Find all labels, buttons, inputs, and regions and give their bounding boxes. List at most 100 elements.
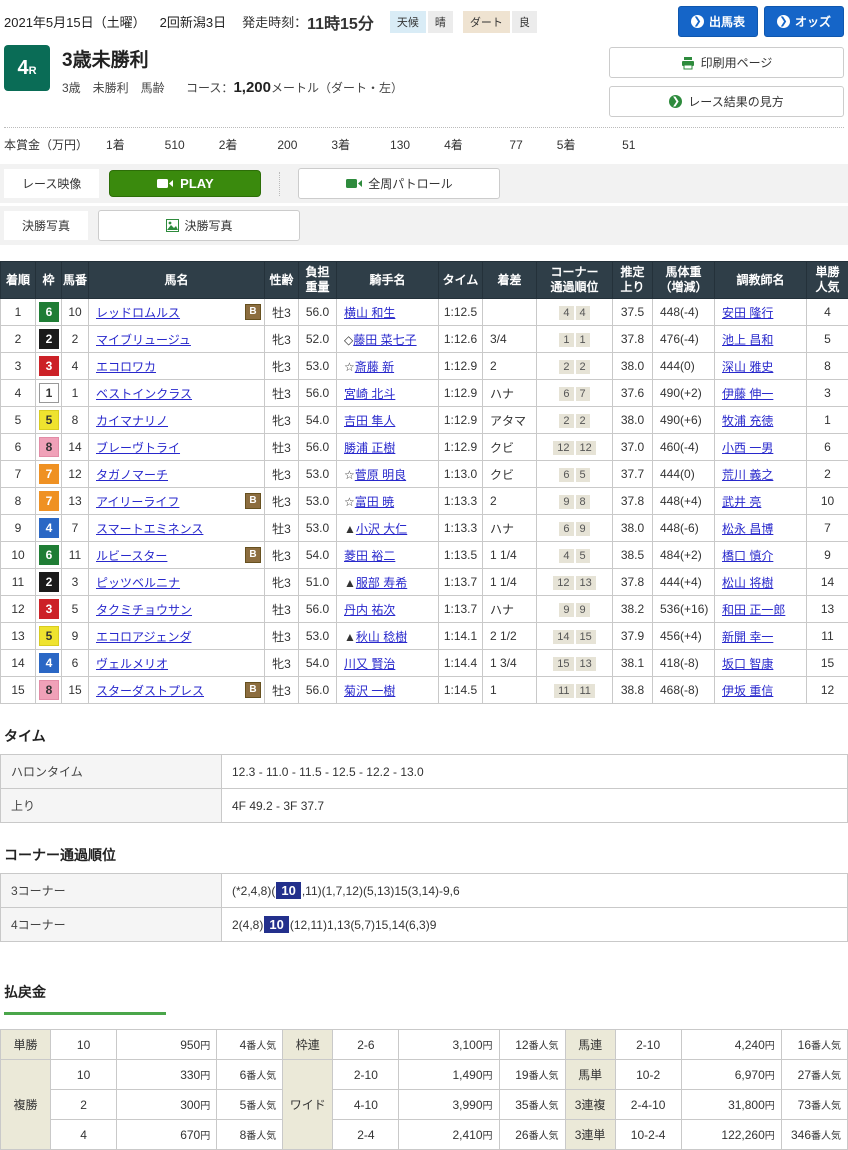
horse-name-link[interactable]: スターダストプレス xyxy=(96,684,204,698)
column-header: 枠 xyxy=(36,262,62,299)
horse-name-link[interactable]: スマートエミネンス xyxy=(96,522,203,536)
jockey-link[interactable]: 吉田 隼人 xyxy=(344,414,395,428)
jockey-link[interactable]: 勝浦 正樹 xyxy=(344,441,395,455)
trainer-link[interactable]: 池上 昌和 xyxy=(722,333,773,347)
corner-order-number: 15 xyxy=(576,630,596,644)
finish-photo-button[interactable]: 決勝写真 xyxy=(98,210,300,241)
table-row: 1123ピッツベルニナ牝351.0▲服部 寿希1:13.71 1/4121337… xyxy=(1,569,848,596)
jockey-link[interactable]: 宮崎 北斗 xyxy=(344,387,395,401)
jockey-link[interactable]: 藤田 菜七子 xyxy=(353,333,416,347)
payout-combination: 4 xyxy=(51,1120,117,1150)
win-popularity: 12 xyxy=(807,677,848,704)
payout-popularity: 35番人気 xyxy=(499,1090,565,1120)
jockey-link[interactable]: 小沢 大仁 xyxy=(356,522,407,536)
corner-order-number: 6 xyxy=(559,522,573,536)
trainer-link[interactable]: 武井 亮 xyxy=(722,495,761,509)
payout-popularity: 5番人気 xyxy=(217,1090,283,1120)
finish-position: 5 xyxy=(1,407,36,434)
payout-combination: 2 xyxy=(51,1090,117,1120)
horse-name-link[interactable]: ブレーヴトライ xyxy=(96,441,180,455)
waku-cell: 5 xyxy=(36,407,62,434)
horse-name-link[interactable]: タクミチョウサン xyxy=(96,603,192,617)
jockey-cell: ▲秋山 稔樹 xyxy=(337,623,439,650)
trainer-link[interactable]: 松永 昌博 xyxy=(722,522,773,536)
horse-name-link[interactable]: ピッツベルニナ xyxy=(96,576,180,590)
waku-number: 4 xyxy=(39,653,59,673)
horse-number: 15 xyxy=(62,677,89,704)
jockey-link[interactable]: 菱田 裕二 xyxy=(344,549,395,563)
jockey-link[interactable]: 服部 寿希 xyxy=(356,576,407,590)
waku-number: 2 xyxy=(39,572,59,592)
column-header: 推定上り xyxy=(613,262,653,299)
jockey-link[interactable]: 秋山 稔樹 xyxy=(356,630,407,644)
payout-amount: 4,240円 xyxy=(681,1030,781,1060)
jockey-cell: 川又 賢治 xyxy=(337,650,439,677)
trainer-link[interactable]: 伊坂 重信 xyxy=(722,684,773,698)
time-row-label: 上り xyxy=(1,789,222,823)
play-button[interactable]: PLAY xyxy=(109,170,261,197)
jockey-link[interactable]: 菅原 明良 xyxy=(355,468,406,482)
horse-name-link[interactable]: レッドロムルス xyxy=(96,306,180,320)
trainer-cell: 安田 隆行 xyxy=(715,299,807,326)
finish-time: 1:12.9 xyxy=(439,434,483,461)
finish-time: 1:13.7 xyxy=(439,569,483,596)
trainer-link[interactable]: 新開 幸一 xyxy=(722,630,773,644)
waku-cell: 2 xyxy=(36,569,62,596)
trainer-link[interactable]: 牧浦 充徳 xyxy=(722,414,773,428)
prize-place: 3着 xyxy=(331,138,350,152)
jockey-apprentice-mark: ▲ xyxy=(344,630,356,644)
horse-name-link[interactable]: エコロワカ xyxy=(96,360,156,374)
jockey-link[interactable]: 丹内 祐次 xyxy=(344,603,395,617)
horse-name-link[interactable]: アイリーライフ xyxy=(96,495,179,509)
column-header: 単勝人気 xyxy=(807,262,848,299)
horse-name-cell: レッドロムルスB xyxy=(89,299,265,326)
margin: ハナ xyxy=(483,596,537,623)
horse-name-link[interactable]: ルビースター xyxy=(96,549,167,563)
horse-name-link[interactable]: タガノマーチ xyxy=(96,468,168,482)
trainer-cell: 牧浦 充徳 xyxy=(715,407,807,434)
jockey-link[interactable]: 斎藤 新 xyxy=(355,360,394,374)
last-3f: 37.9 xyxy=(613,623,653,650)
trainer-link[interactable]: 深山 雅史 xyxy=(722,360,773,374)
horse-name-link[interactable]: ヴェルメリオ xyxy=(96,657,168,671)
odds-button[interactable]: ❯ オッズ xyxy=(764,6,844,37)
horse-name-link[interactable]: エコロアジェンダ xyxy=(96,630,192,644)
time-section-heading: タイム xyxy=(4,726,844,746)
payout-amount: 31,800円 xyxy=(681,1090,781,1120)
horse-number: 8 xyxy=(62,407,89,434)
carried-weight: 53.0 xyxy=(299,623,337,650)
trainer-link[interactable]: 小西 一男 xyxy=(722,441,773,455)
corner-order-number: 2 xyxy=(576,360,590,374)
jockey-link[interactable]: 川又 賢治 xyxy=(344,657,395,671)
horse-number: 14 xyxy=(62,434,89,461)
vertical-divider xyxy=(279,172,280,196)
entries-button[interactable]: ❯ 出馬表 xyxy=(678,6,758,37)
result-guide-button[interactable]: ❯ レース結果の見方 xyxy=(609,86,844,117)
horse-name-link[interactable]: カイマナリノ xyxy=(96,414,168,428)
payout-table: 単勝10950円4番人気枠連2-63,100円12番人気馬連2-104,240円… xyxy=(0,1029,848,1150)
payout-combination: 2-4 xyxy=(333,1120,399,1150)
print-page-button[interactable]: 印刷用ページ xyxy=(609,47,844,78)
patrol-video-button[interactable]: 全周パトロール xyxy=(298,168,500,199)
table-row: 7712タガノマーチ牝353.0☆菅原 明良1:13.0クビ6537.7444(… xyxy=(1,461,848,488)
jockey-cell: 吉田 隼人 xyxy=(337,407,439,434)
column-header: 馬体重（増減） xyxy=(653,262,715,299)
trainer-link[interactable]: 橋口 慎介 xyxy=(722,549,773,563)
blinker-badge: B xyxy=(245,493,261,509)
horse-name-link[interactable]: ベストインクラス xyxy=(96,387,192,401)
blinker-badge: B xyxy=(245,682,261,698)
waku-cell: 4 xyxy=(36,515,62,542)
trainer-link[interactable]: 坂口 智康 xyxy=(722,657,773,671)
trainer-link[interactable]: 安田 隆行 xyxy=(722,306,773,320)
jockey-cell: 横山 和生 xyxy=(337,299,439,326)
trainer-link[interactable]: 伊藤 伸一 xyxy=(722,387,773,401)
trainer-link[interactable]: 松山 将樹 xyxy=(722,576,773,590)
trainer-link[interactable]: 荒川 義之 xyxy=(722,468,773,482)
trainer-link[interactable]: 和田 正一郎 xyxy=(722,603,785,617)
jockey-link[interactable]: 菊沢 一樹 xyxy=(344,684,395,698)
jockey-link[interactable]: 富田 暁 xyxy=(355,495,394,509)
horse-name-link[interactable]: マイブリュージュ xyxy=(96,333,191,347)
payout-popularity: 27番人気 xyxy=(781,1060,847,1090)
jockey-link[interactable]: 横山 和生 xyxy=(344,306,395,320)
course-unit: メートル（ダート・左） xyxy=(271,81,403,95)
